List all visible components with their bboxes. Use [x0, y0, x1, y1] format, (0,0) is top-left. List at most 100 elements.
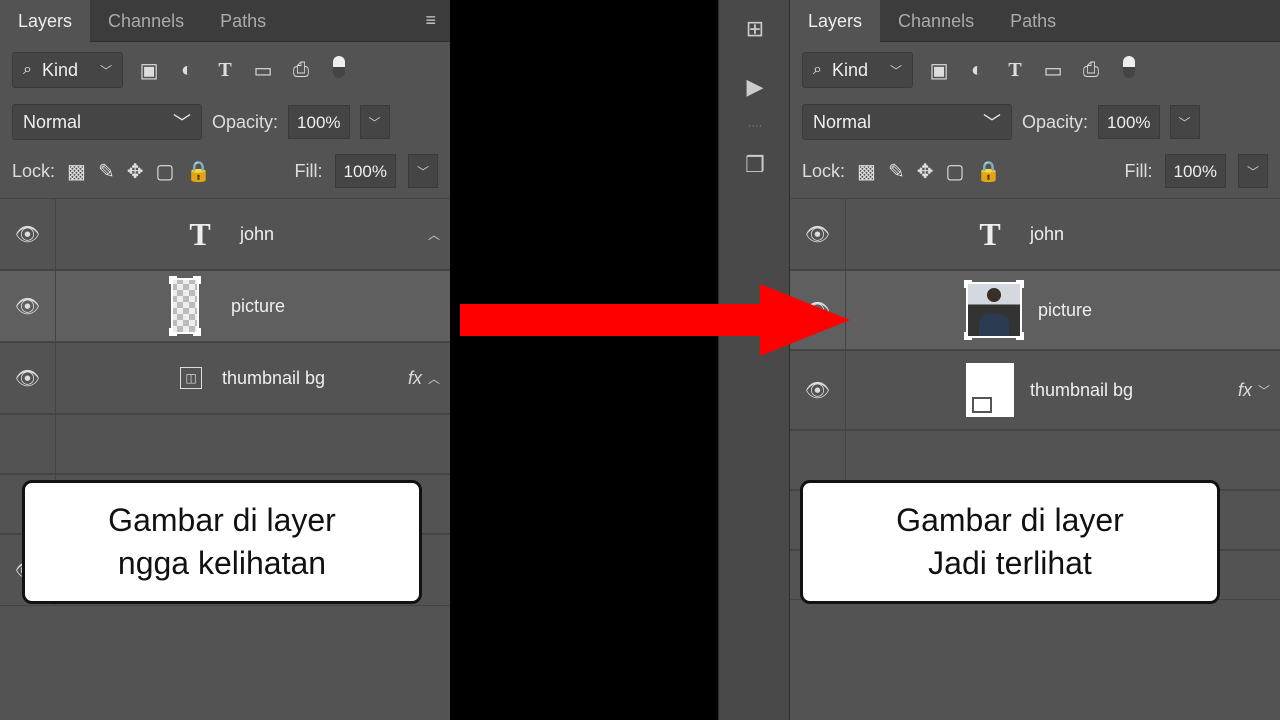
filter-pixel-icon[interactable]: ▣ [927, 58, 951, 83]
strip-icon-divider: ···· [719, 116, 791, 136]
search-icon: ⌕ [813, 61, 822, 79]
filter-smart-icon[interactable]: ⎙ [1079, 59, 1103, 82]
layer-row-thumbnail-bg[interactable]: 👁 thumbnail bg fx ﹀ [790, 350, 1280, 430]
layer-thumbnail-small[interactable] [171, 278, 199, 334]
lock-transparent-icon[interactable]: ▩ [67, 159, 86, 184]
caption-line: Gambar di layer [823, 499, 1197, 542]
filter-adjust-icon[interactable]: ◐ [175, 59, 199, 82]
lock-position-icon[interactable]: ✥ [917, 159, 934, 184]
visibility-toggle[interactable] [0, 414, 56, 474]
filter-row: ⌕ Kind ﹀ ▣ ◐ T ▭ ⎙ [790, 42, 1280, 98]
opacity-value[interactable]: 100% [288, 105, 349, 139]
search-icon: ⌕ [23, 61, 32, 79]
opacity-label: Opacity: [1022, 112, 1088, 133]
layer-row-text[interactable]: 👁 T john ︿ [0, 198, 450, 270]
caption-after: Gambar di layer Jadi terlihat [800, 480, 1220, 604]
caption-line: Jadi terlihat [823, 542, 1197, 585]
fill-label: Fill: [1125, 161, 1153, 182]
chevron-down-icon: ﹀ [890, 62, 902, 79]
blend-row: Normal ﹀ Opacity: 100% ﹀ [790, 98, 1280, 146]
filter-smart-icon[interactable]: ⎙ [289, 59, 313, 82]
lock-transparent-icon[interactable]: ▩ [857, 159, 876, 184]
strip-icon-3d[interactable]: ❒ [719, 136, 791, 194]
tab-layers[interactable]: Layers [0, 0, 90, 42]
layer-name[interactable]: thumbnail bg [1030, 380, 1238, 401]
filter-type-icon[interactable]: T [1003, 59, 1027, 82]
filter-row: ⌕ Kind ﹀ ▣ ◐ T ▭ ⎙ [0, 42, 450, 98]
lock-brush-icon[interactable]: ✎ [98, 159, 115, 184]
blend-mode-select[interactable]: Normal ﹀ [802, 104, 1012, 140]
tab-paths[interactable]: Paths [202, 0, 284, 42]
visibility-toggle[interactable]: 👁 [0, 342, 56, 414]
filter-adjust-icon[interactable]: ◐ [965, 59, 989, 82]
expand-fx-icon[interactable]: ﹀ [1258, 382, 1270, 399]
panel-tabs: Layers Channels Paths ≡ [0, 0, 450, 42]
opacity-value[interactable]: 100% [1098, 105, 1159, 139]
filter-type-icons: ▣ ◐ T ▭ ⎙ [137, 56, 351, 84]
scroll-up-icon[interactable]: ︿ [428, 226, 440, 243]
layer-name[interactable]: john [240, 224, 428, 245]
tab-paths[interactable]: Paths [992, 0, 1074, 42]
visibility-toggle[interactable]: 👁 [790, 350, 846, 430]
layer-thumbnail-photo[interactable] [966, 282, 1022, 338]
filter-kind-select[interactable]: ⌕ Kind ﹀ [802, 52, 913, 88]
chevron-down-icon: ﹀ [983, 109, 1001, 135]
panel-menu-icon[interactable]: ≡ [411, 10, 450, 31]
opacity-chevron[interactable]: ﹀ [1170, 105, 1200, 139]
lock-artboard-icon[interactable]: ▢ [945, 159, 964, 184]
filter-shape-icon[interactable]: ▭ [251, 58, 275, 83]
filter-toggle-icon[interactable] [1117, 56, 1141, 84]
layer-name[interactable]: john [1030, 224, 1270, 245]
filter-type-icon[interactable]: T [213, 59, 237, 82]
visibility-toggle[interactable]: 👁 [790, 198, 846, 270]
lock-label: Lock: [12, 161, 55, 182]
layer-row-thumbnail-bg[interactable]: 👁 ◫ thumbnail bg fx ︿ [0, 342, 450, 414]
fx-badge[interactable]: fx [1238, 380, 1252, 401]
layer-name[interactable]: thumbnail bg [222, 368, 408, 389]
filter-kind-select[interactable]: ⌕ Kind ﹀ [12, 52, 123, 88]
tab-channels[interactable]: Channels [90, 0, 202, 42]
lock-icons: ▩ ✎ ✥ ▢ 🔒 [857, 159, 1001, 184]
filter-shape-icon[interactable]: ▭ [1041, 58, 1065, 83]
shape-layer-icon: ◫ [176, 354, 206, 402]
lock-icons: ▩ ✎ ✥ ▢ 🔒 [67, 159, 211, 184]
lock-artboard-icon[interactable]: ▢ [155, 159, 174, 184]
layer-name[interactable]: picture [231, 296, 440, 317]
strip-icon-1[interactable]: ⊞ [719, 0, 791, 58]
layer-row-text[interactable]: 👁 T john [790, 198, 1280, 270]
lock-row: Lock: ▩ ✎ ✥ ▢ 🔒 Fill: 100% ﹀ [0, 146, 450, 198]
chevron-down-icon: ﹀ [100, 62, 112, 79]
expand-fx-icon[interactable]: ︿ [428, 370, 440, 387]
lock-all-icon[interactable]: 🔒 [976, 159, 1001, 184]
filter-pixel-icon[interactable]: ▣ [137, 58, 161, 83]
lock-position-icon[interactable]: ✥ [127, 159, 144, 184]
fx-badge[interactable]: fx [408, 368, 422, 389]
visibility-toggle[interactable]: 👁 [0, 198, 56, 270]
filter-toggle-icon[interactable] [327, 56, 351, 84]
tab-layers[interactable]: Layers [790, 0, 880, 42]
lock-all-icon[interactable]: 🔒 [186, 159, 211, 184]
layer-row-picture[interactable]: 👁 picture [0, 270, 450, 342]
filter-kind-label: Kind [832, 60, 868, 81]
lock-brush-icon[interactable]: ✎ [888, 159, 905, 184]
fill-value[interactable]: 100% [335, 154, 396, 188]
opacity-chevron[interactable]: ﹀ [360, 105, 390, 139]
fill-chevron[interactable]: ﹀ [1238, 154, 1268, 188]
layer-name[interactable]: picture [1038, 300, 1270, 321]
layers-panel-after: Layers Channels Paths ⌕ Kind ﹀ ▣ ◐ T ▭ ⎙… [790, 0, 1280, 720]
blend-mode-label: Normal [813, 112, 871, 133]
panel-tabs: Layers Channels Paths [790, 0, 1280, 42]
tab-channels[interactable]: Channels [880, 0, 992, 42]
strip-icon-play[interactable]: ▶ [719, 58, 791, 116]
fill-label: Fill: [295, 161, 323, 182]
filter-kind-label: Kind [42, 60, 78, 81]
chevron-down-icon: ﹀ [173, 109, 191, 135]
fill-value[interactable]: 100% [1165, 154, 1226, 188]
layer-row-empty[interactable] [0, 414, 450, 474]
visibility-toggle[interactable]: 👁 [0, 270, 56, 342]
tool-options-strip: ⊞ ▶ ···· ❒ [718, 0, 790, 720]
layer-thumbnail-shape[interactable] [966, 363, 1014, 417]
fill-chevron[interactable]: ﹀ [408, 154, 438, 188]
blend-mode-select[interactable]: Normal ﹀ [12, 104, 202, 140]
layer-row-picture[interactable]: 👁 picture [790, 270, 1280, 350]
